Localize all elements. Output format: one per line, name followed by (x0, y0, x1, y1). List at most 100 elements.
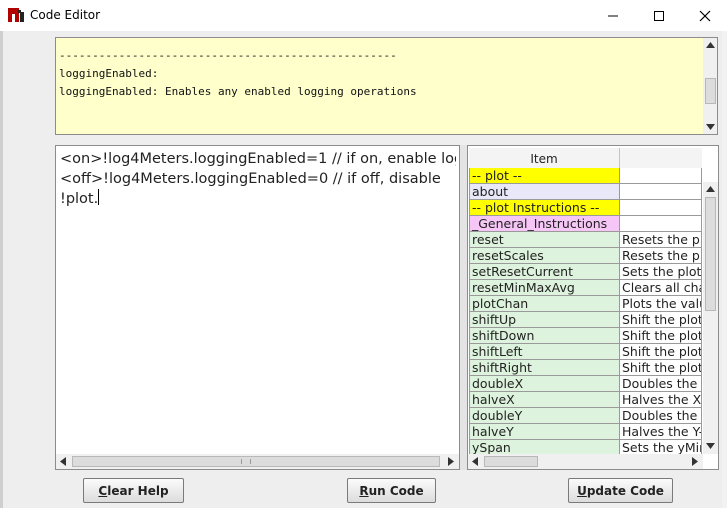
cell-description[interactable] (620, 168, 702, 184)
cell-description[interactable]: Plots the values (620, 296, 702, 312)
cell-description[interactable] (620, 216, 702, 232)
cell-item[interactable]: _General_Instructions (469, 216, 620, 232)
column-header-item[interactable]: Item (469, 148, 620, 169)
run-code-button[interactable]: Run Code (347, 478, 436, 503)
scroll-left-icon[interactable] (56, 454, 70, 469)
cell-item[interactable]: doubleY (469, 408, 620, 424)
scroll-up-icon[interactable] (703, 182, 718, 196)
cell-item[interactable]: shiftLeft (469, 344, 620, 360)
left-edge (0, 31, 3, 508)
cell-item[interactable]: setResetCurrent (469, 264, 620, 280)
table-row[interactable]: doubleXDoubles the X-Axis (469, 376, 702, 392)
cell-item[interactable]: halveY (469, 424, 620, 440)
cell-description[interactable]: Halves the X-Axis (620, 392, 702, 408)
cell-description[interactable] (620, 184, 702, 200)
right-edge (722, 31, 727, 508)
maximize-icon (654, 10, 664, 21)
scroll-left-icon[interactable] (468, 454, 482, 469)
table-row[interactable]: doubleYDoubles the Y-Axis (469, 408, 702, 424)
code-horizontal-scrollbar[interactable] (56, 454, 459, 469)
column-header-description[interactable] (620, 148, 702, 169)
window-title: Code Editor (30, 8, 101, 22)
table-row[interactable]: about (469, 184, 702, 200)
scroll-thumb[interactable] (484, 456, 538, 467)
table-horizontal-scrollbar[interactable] (468, 454, 703, 469)
cell-description[interactable]: Shift the plot (620, 360, 702, 376)
help-text: ----------------------------------------… (59, 47, 417, 101)
cell-description[interactable]: Sets the plot (620, 264, 702, 280)
help-line: loggingEnabled: Enables any enabled logg… (59, 85, 417, 98)
code-line[interactable]: <on>!log4Meters.loggingEnabled=1 // if o… (60, 149, 456, 169)
cell-description[interactable]: Shift the plot (620, 344, 702, 360)
close-icon (699, 10, 711, 21)
scroll-thumb[interactable] (705, 197, 716, 311)
cell-item[interactable]: plotChan (469, 296, 620, 312)
code-editor[interactable]: <on>!log4Meters.loggingEnabled=1 // if o… (55, 145, 460, 470)
maximize-button[interactable] (636, 0, 682, 31)
cell-description[interactable]: Doubles the X-Axis (620, 376, 702, 392)
mnemonic: R (359, 483, 369, 498)
scroll-down-icon[interactable] (703, 120, 717, 134)
cell-description[interactable]: Resets the plot (620, 232, 702, 248)
table-row[interactable]: halveXHalves the X-Axis (469, 392, 702, 408)
table-row[interactable]: halveYHalves the Y-Axis (469, 424, 702, 440)
table-row[interactable]: resetMinMaxAvgClears all channels (469, 280, 702, 296)
cell-item[interactable]: about (469, 184, 620, 200)
table-row[interactable]: -- plot -- (469, 168, 702, 184)
help-vertical-scrollbar[interactable] (703, 38, 717, 134)
close-button[interactable] (682, 0, 727, 31)
minimize-icon (608, 15, 618, 16)
cell-description[interactable] (620, 200, 702, 216)
cell-item[interactable]: halveX (469, 392, 620, 408)
help-line: ----------------------------------------… (59, 49, 397, 62)
table-rows: -- plot -- about -- plot Instructions -- _G… (469, 168, 702, 456)
minimize-button[interactable] (590, 0, 636, 31)
scroll-up-icon[interactable] (703, 38, 717, 52)
mnemonic: U (577, 483, 587, 498)
app-logo-icon (8, 8, 24, 22)
clear-help-button[interactable]: Clear Help (83, 478, 184, 503)
code-text[interactable]: <on>!log4Meters.loggingEnabled=1 // if o… (60, 149, 456, 209)
scroll-down-icon[interactable] (703, 439, 718, 453)
help-text-pane[interactable]: ----------------------------------------… (55, 37, 718, 135)
table-row[interactable]: shiftDown Shift the plot (469, 328, 702, 344)
cell-item[interactable]: shiftRight (469, 360, 620, 376)
cell-description[interactable]: Resets the plot (620, 248, 702, 264)
cell-description[interactable]: Halves the Y-Axis (620, 424, 702, 440)
table-row[interactable]: plotChanPlots the values (469, 296, 702, 312)
code-line[interactable]: !plot. (60, 191, 98, 207)
table-row[interactable]: resetResets the plot (469, 232, 702, 248)
table-row[interactable]: shiftRight Shift the plot (469, 360, 702, 376)
table-row[interactable]: shiftLeft Shift the plot (469, 344, 702, 360)
cell-item[interactable]: resetScales (469, 248, 620, 264)
table-row[interactable]: -- plot Instructions -- (469, 200, 702, 216)
cell-description[interactable]: Doubles the Y-Axis (620, 408, 702, 424)
cell-item[interactable]: shiftDown (469, 328, 620, 344)
table-row[interactable]: resetScalesResets the plot (469, 248, 702, 264)
cell-description[interactable]: Shift the plot (620, 328, 702, 344)
cell-item[interactable]: -- plot -- (469, 168, 620, 184)
table-row[interactable]: shiftUp Shift the plot (469, 312, 702, 328)
text-caret (98, 189, 100, 205)
table-header: Item (469, 148, 702, 170)
mnemonic: C (98, 483, 108, 498)
cell-description[interactable]: Clears all channels (620, 280, 702, 296)
cell-description[interactable]: Shift the plot (620, 312, 702, 328)
table-row[interactable]: _General_Instructions (469, 216, 702, 232)
table-vertical-scrollbar[interactable] (703, 182, 718, 454)
cell-item[interactable]: shiftUp (469, 312, 620, 328)
cell-item[interactable]: reset (469, 232, 620, 248)
scroll-right-icon[interactable] (444, 454, 458, 469)
table-row[interactable]: setResetCurrent Sets the plot (469, 264, 702, 280)
cell-item[interactable]: -- plot Instructions -- (469, 200, 620, 216)
code-line[interactable]: <off>!log4Meters.loggingEnabled=0 // if … (60, 169, 456, 189)
instruction-table[interactable]: Item -- plot -- about -- plot Instructions… (467, 145, 719, 470)
title-bar: Code Editor (0, 0, 727, 31)
update-code-button[interactable]: Update Code (568, 478, 673, 503)
scroll-thumb[interactable] (72, 456, 440, 467)
scroll-thumb[interactable] (705, 78, 716, 104)
cell-item[interactable]: doubleX (469, 376, 620, 392)
scroll-right-icon[interactable] (688, 454, 702, 469)
pane-splitter[interactable] (460, 145, 467, 470)
cell-item[interactable]: resetMinMaxAvg (469, 280, 620, 296)
